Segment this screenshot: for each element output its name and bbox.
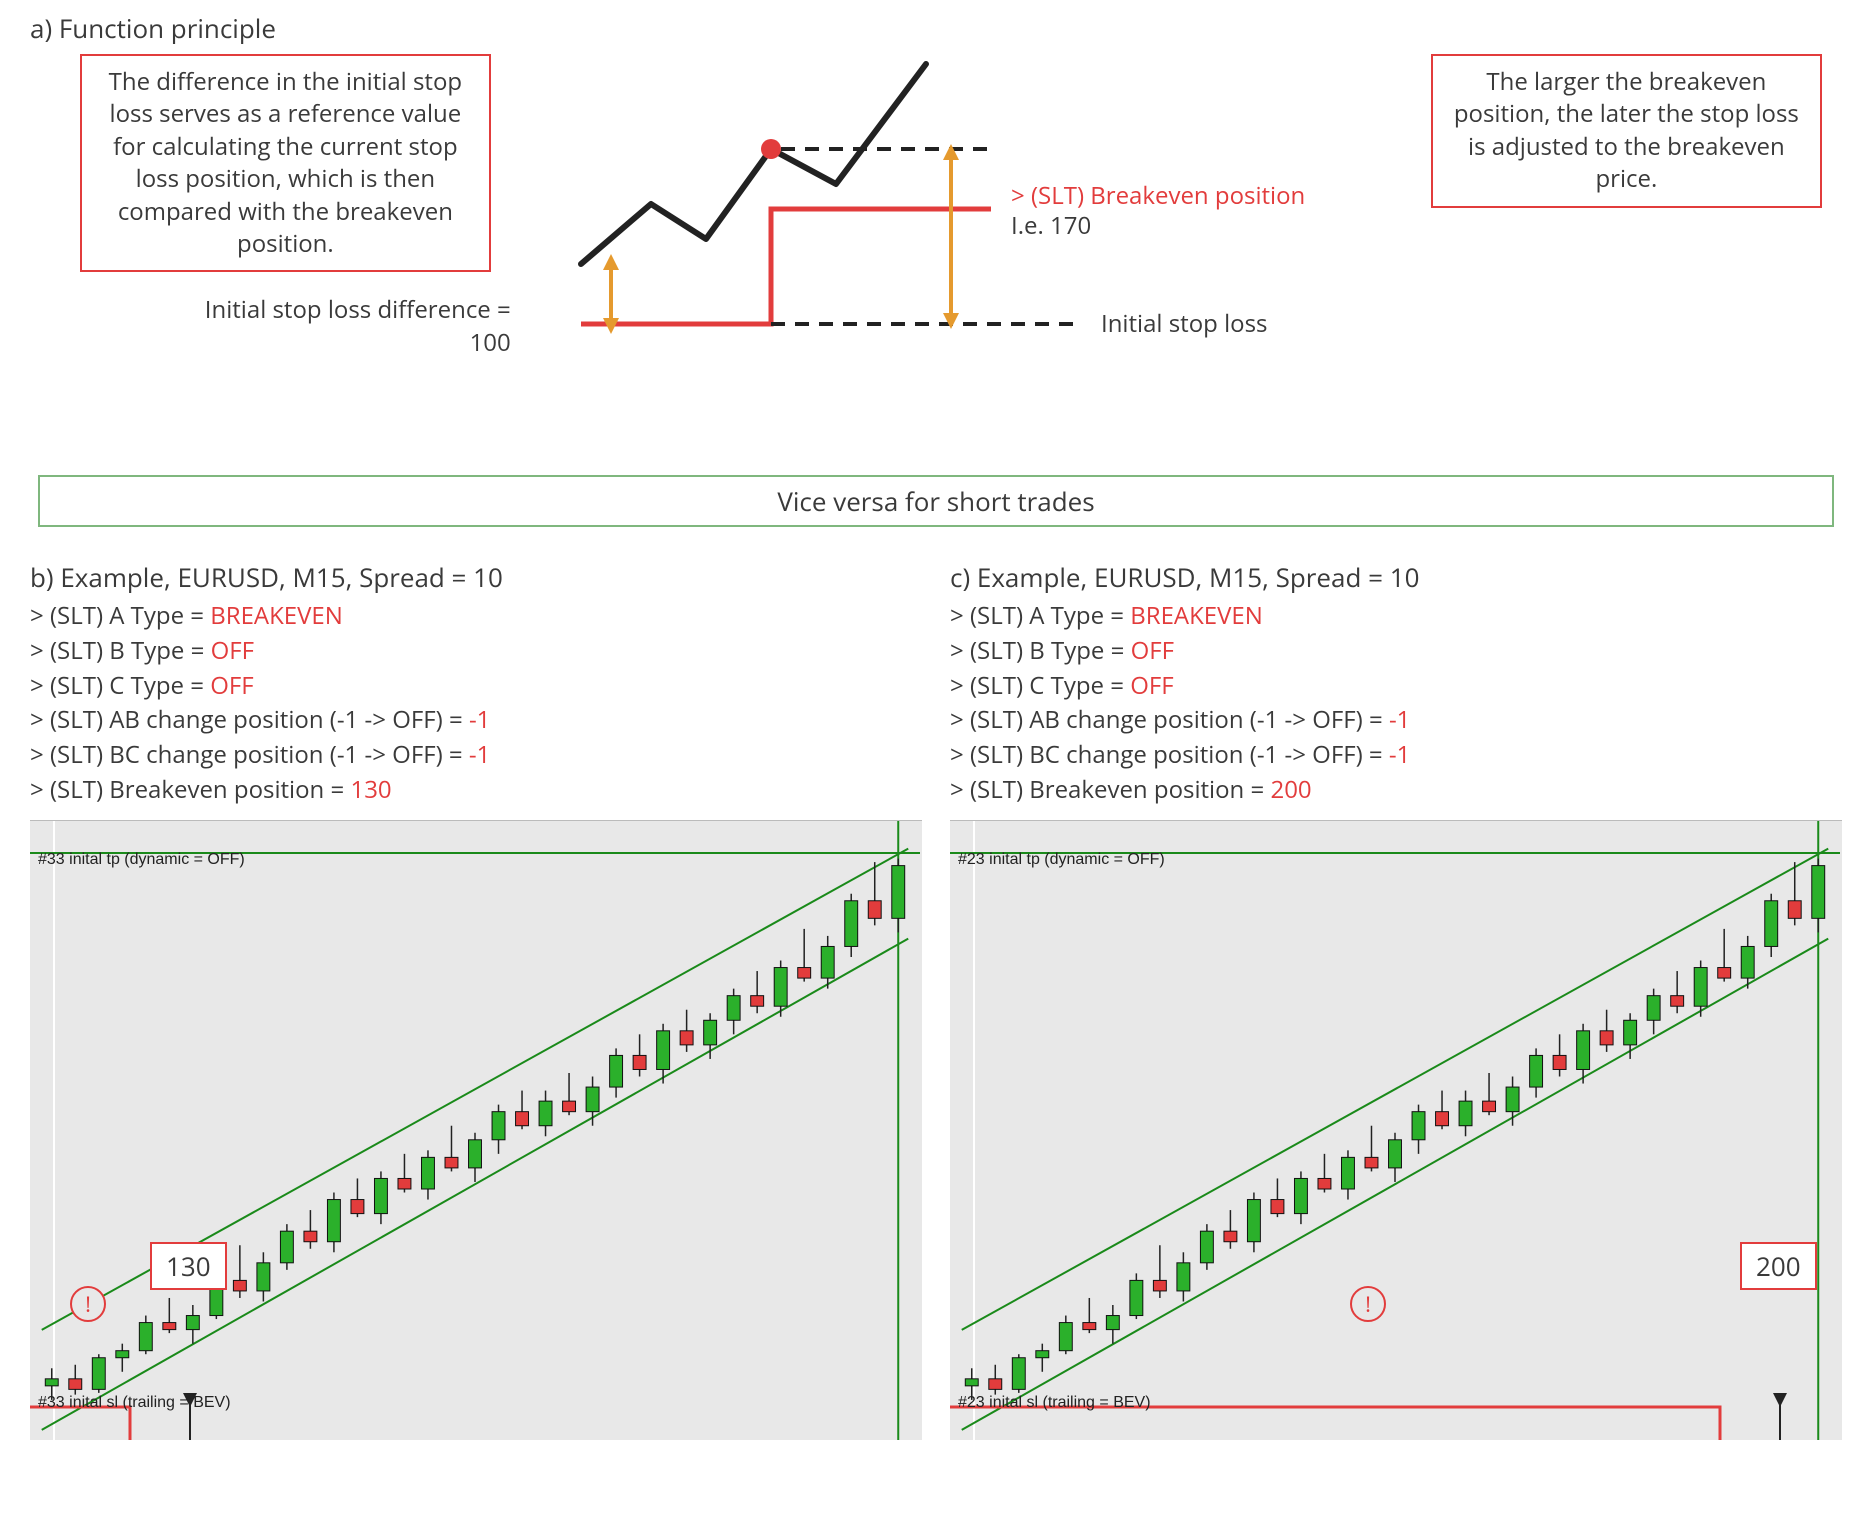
principle-diagram: > (SLT) Breakeven position I.e. 170 Init… — [511, 54, 1411, 447]
param-line: > (SLT) C Type = OFF — [30, 669, 922, 704]
left-note-box: The difference in the initial stop loss … — [80, 54, 491, 272]
chart-sl-label: #33 inital sl (trailing = BEV) — [38, 1394, 231, 1412]
svg-text:I.e. 170: I.e. 170 — [1011, 209, 1091, 242]
example-title: b) Example, EURUSD, M15, Spread = 10 — [30, 559, 922, 595]
be-pos-label: > (SLT) Breakeven position — [1011, 179, 1305, 212]
chart-tp-label: #23 inital tp (dynamic = OFF) — [958, 851, 1165, 869]
function-principle-row: The difference in the initial stop loss … — [30, 54, 1842, 447]
chart-sl-label: #23 inital sl (trailing = BEV) — [958, 1394, 1151, 1412]
param-line: > (SLT) B Type = OFF — [950, 634, 1842, 669]
example-b: b) Example, EURUSD, M15, Spread = 10 > (S… — [30, 559, 922, 1440]
vice-versa-banner: Vice versa for short trades — [38, 475, 1834, 527]
param-line: > (SLT) A Type = BREAKEVEN — [30, 599, 922, 634]
candlestick-chart: #33 inital tp (dynamic = OFF) #33 inital … — [30, 820, 922, 1440]
init-diff-label: Initial stop loss difference = 100 — [171, 293, 511, 359]
param-line: > (SLT) C Type = OFF — [950, 669, 1842, 704]
param-line: > (SLT) AB change position (-1 -> OFF) =… — [30, 703, 922, 738]
breakeven-value-box: 130 — [150, 1242, 227, 1290]
candlestick-chart: #23 inital tp (dynamic = OFF) #23 inital … — [950, 820, 1842, 1440]
param-line: > (SLT) BC change position (-1 -> OFF) =… — [950, 738, 1842, 773]
example-title: c) Example, EURUSD, M15, Spread = 10 — [950, 559, 1842, 595]
svg-text:Initial stop loss: Initial stop loss — [1101, 307, 1267, 340]
alert-icon: ! — [70, 1286, 106, 1322]
section-a-title: a) Function principle — [30, 10, 1842, 46]
param-line: > (SLT) Breakeven position = 130 — [30, 773, 922, 808]
param-line: > (SLT) BC change position (-1 -> OFF) =… — [30, 738, 922, 773]
alert-icon: ! — [1350, 1286, 1386, 1322]
breakeven-value-box: 200 — [1740, 1242, 1817, 1290]
param-line: > (SLT) B Type = OFF — [30, 634, 922, 669]
param-line: > (SLT) A Type = BREAKEVEN — [950, 599, 1842, 634]
examples-row: b) Example, EURUSD, M15, Spread = 10 > (S… — [30, 559, 1842, 1440]
chart-tp-label: #33 inital tp (dynamic = OFF) — [38, 851, 245, 869]
param-line: > (SLT) AB change position (-1 -> OFF) =… — [950, 703, 1842, 738]
param-line: > (SLT) Breakeven position = 200 — [950, 773, 1842, 808]
example-c: c) Example, EURUSD, M15, Spread = 10 > (S… — [950, 559, 1842, 1440]
right-note-box: The larger the breakeven position, the l… — [1431, 54, 1822, 208]
